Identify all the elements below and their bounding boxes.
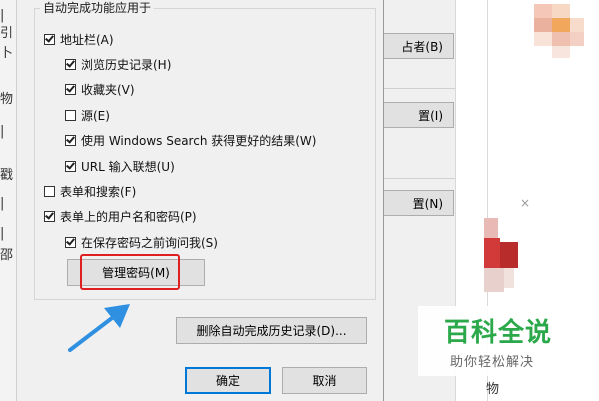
delete-autocomplete-history-button[interactable]: 删除自动完成历史记录(D)... [176, 317, 367, 344]
option-ask-before-saving[interactable]: 在保存密码之前询问我(S) [65, 233, 218, 251]
left-strip-char: 物 [0, 92, 14, 107]
left-strip-char: 卜 [0, 46, 14, 61]
cancel-button[interactable]: 取消 [282, 367, 367, 394]
close-icon[interactable]: × [520, 196, 530, 210]
option-address-bar[interactable]: 地址栏(A) [44, 30, 114, 48]
checkbox-unchecked[interactable] [65, 109, 76, 121]
option-label: URL 输入联想(U) [81, 159, 175, 174]
left-background-strip: | 引 卜 物 | 戳 | | 邵 [0, 0, 16, 401]
pointer-arrow-icon [68, 304, 130, 352]
left-strip-char: | [0, 124, 5, 139]
watermark-title: 百科全说 [444, 318, 553, 348]
option-usernames-passwords[interactable]: 表单上的用户名和密码(P) [44, 207, 197, 225]
checkbox-checked[interactable] [65, 134, 76, 146]
option-label: 表单上的用户名和密码(P) [60, 209, 197, 224]
left-strip-char: | [0, 8, 5, 23]
left-strip-char: 邵 [0, 248, 14, 263]
watermark-subtitle: 助你轻松解决 [450, 355, 535, 370]
background-text: 物 [486, 382, 500, 397]
left-strip-char: | [0, 226, 5, 241]
option-label: 浏览历史记录(H) [81, 57, 172, 72]
option-favorites[interactable]: 收藏夹(V) [65, 80, 135, 98]
autocomplete-groupbox: 自动完成功能应用于 [34, 0, 376, 300]
option-label: 源(E) [81, 108, 110, 123]
manage-passwords-button[interactable]: 管理密码(M) [67, 259, 205, 286]
left-strip-char: 引 [0, 26, 14, 41]
checkbox-checked[interactable] [65, 236, 76, 248]
option-url-suggestions[interactable]: URL 输入联想(U) [65, 157, 175, 175]
option-label: 收藏夹(V) [81, 82, 135, 97]
option-label: 使用 Windows Search 获得更好的结果(W) [81, 133, 317, 148]
checkbox-checked[interactable] [65, 58, 76, 70]
option-feeds[interactable]: 源(E) [65, 106, 110, 124]
checkbox-unchecked[interactable] [44, 185, 55, 197]
checkbox-checked[interactable] [65, 160, 76, 172]
checkbox-checked[interactable] [65, 83, 76, 95]
option-browsing-history[interactable]: 浏览历史记录(H) [65, 55, 171, 73]
option-label: 地址栏(A) [60, 32, 114, 47]
watermark: 百科全说 助你轻松解决 [418, 306, 578, 376]
option-forms-search[interactable]: 表单和搜索(F) [44, 182, 136, 200]
left-strip-char: 戳 [0, 168, 14, 183]
option-windows-search[interactable]: 使用 Windows Search 获得更好的结果(W) [65, 131, 316, 149]
left-strip-char: | [0, 196, 5, 211]
ok-button[interactable]: 确定 [185, 367, 271, 394]
checkbox-checked[interactable] [44, 33, 55, 45]
group-title: 自动完成功能应用于 [40, 0, 155, 16]
option-label: 表单和搜索(F) [60, 184, 137, 199]
checkbox-checked[interactable] [44, 210, 55, 222]
option-label: 在保存密码之前询问我(S) [81, 235, 218, 250]
